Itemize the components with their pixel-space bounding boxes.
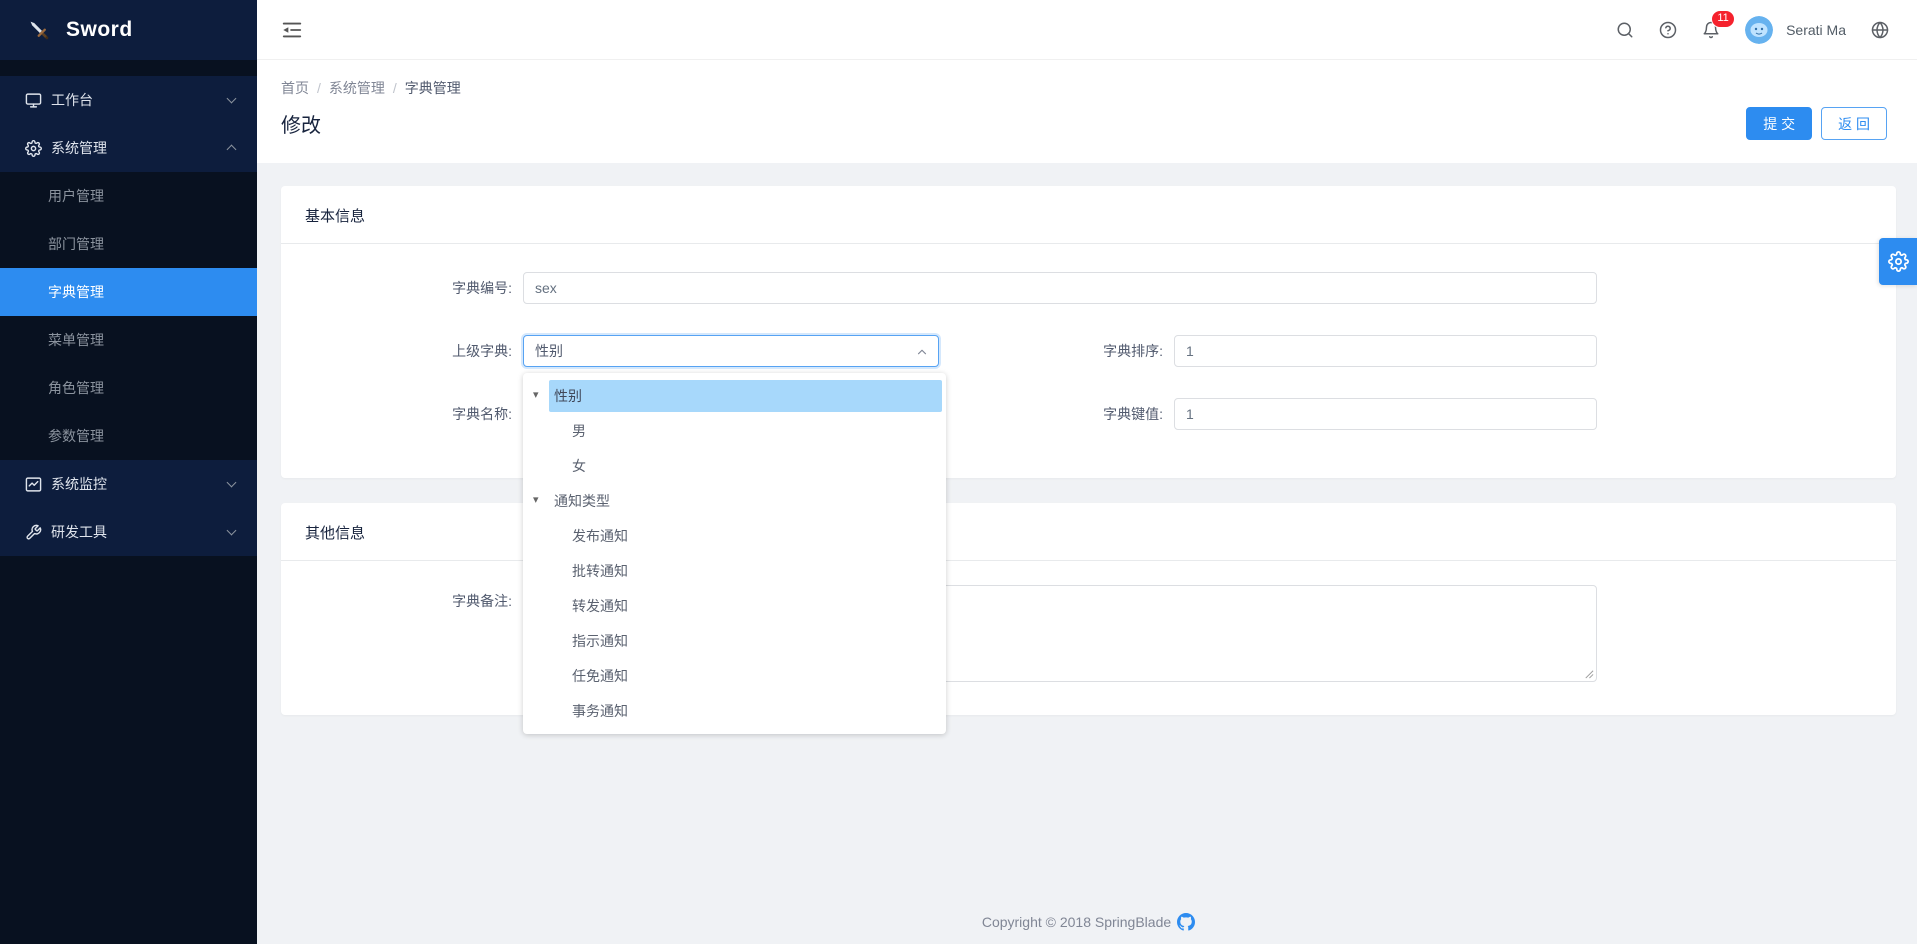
tree-item-label: 性别 bbox=[549, 380, 942, 412]
dict-key-input[interactable] bbox=[1174, 398, 1597, 430]
footer: Copyright © 2018 SpringBlade bbox=[281, 903, 1896, 944]
tree-item-affair-notice[interactable]: 事务通知 bbox=[523, 693, 946, 728]
sidebar-item-label: 部门管理 bbox=[48, 234, 104, 254]
chevron-up-icon bbox=[915, 345, 929, 359]
breadcrumb-separator: / bbox=[393, 80, 397, 96]
parent-dict-label: 上级字典: bbox=[281, 335, 523, 367]
page-title: 修改 bbox=[281, 109, 321, 138]
sidebar-item-label: 用户管理 bbox=[48, 186, 104, 206]
github-icon[interactable] bbox=[1177, 913, 1195, 931]
sidebar-item-system-monitor[interactable]: 系统监控 bbox=[0, 460, 257, 508]
sidebar-item-department-management[interactable]: 部门管理 bbox=[0, 220, 257, 268]
tree-item-approve-notice[interactable]: 批转通知 bbox=[523, 553, 946, 588]
tree-caret-icon[interactable]: ▾ bbox=[533, 495, 549, 506]
tree-item-label: 男 bbox=[567, 415, 942, 447]
tree-item-notice-type[interactable]: ▾ 通知类型 bbox=[523, 483, 946, 518]
dict-key-label: 字典键值: bbox=[939, 398, 1174, 430]
back-button[interactable]: 返 回 bbox=[1821, 107, 1887, 140]
tree-item-publish-notice[interactable]: 发布通知 bbox=[523, 518, 946, 553]
header-actions: 11 Serati Ma bbox=[1616, 16, 1889, 44]
avatar[interactable] bbox=[1745, 16, 1773, 44]
parent-dict-dropdown: ▾ 性别 男 女 ▾ 通知类型 发布通知 批转通知 转发通知 指示通知 任免通知… bbox=[523, 373, 946, 734]
tree-item-label: 转发通知 bbox=[567, 590, 942, 622]
basic-info-card-title: 基本信息 bbox=[281, 186, 1896, 244]
gear-icon bbox=[1888, 251, 1909, 272]
dict-code-label: 字典编号: bbox=[281, 272, 523, 304]
top-header: 11 Serati Ma bbox=[257, 0, 1917, 60]
breadcrumb-dict: 字典管理 bbox=[405, 78, 461, 98]
sidebar-item-label: 工作台 bbox=[51, 90, 93, 110]
tree-item-instruct-notice[interactable]: 指示通知 bbox=[523, 623, 946, 658]
tree-item-forward-notice[interactable]: 转发通知 bbox=[523, 588, 946, 623]
breadcrumb: 首页 / 系统管理 / 字典管理 bbox=[281, 78, 1887, 98]
sidebar-item-param-management[interactable]: 参数管理 bbox=[0, 412, 257, 460]
tree-item-gender[interactable]: ▾ 性别 bbox=[523, 378, 946, 413]
page-actions: 提 交 返 回 bbox=[1746, 107, 1887, 140]
sidebar-item-label: 菜单管理 bbox=[48, 330, 104, 350]
notification-badge: 11 bbox=[1711, 10, 1735, 28]
user-name[interactable]: Serati Ma bbox=[1786, 22, 1846, 38]
search-icon[interactable] bbox=[1616, 21, 1634, 39]
sidebar-item-dev-tools[interactable]: 研发工具 bbox=[0, 508, 257, 556]
globe-icon[interactable] bbox=[1871, 21, 1889, 39]
sidebar-item-dict-management[interactable]: 字典管理 bbox=[0, 268, 257, 316]
parent-dict-select[interactable]: 性别 bbox=[523, 335, 939, 367]
monitor-icon bbox=[25, 92, 42, 109]
tree-item-label: 通知类型 bbox=[549, 485, 942, 517]
dict-code-input[interactable] bbox=[523, 272, 1597, 304]
help-icon[interactable] bbox=[1659, 21, 1677, 39]
tree-item-appoint-notice[interactable]: 任免通知 bbox=[523, 658, 946, 693]
sidebar-item-role-management[interactable]: 角色管理 bbox=[0, 364, 257, 412]
chevron-down-icon bbox=[227, 526, 237, 536]
sidebar-item-label: 角色管理 bbox=[48, 378, 104, 398]
breadcrumb-home[interactable]: 首页 bbox=[281, 78, 309, 98]
chevron-down-icon bbox=[227, 94, 237, 104]
tree-item-male[interactable]: 男 bbox=[523, 413, 946, 448]
tree-item-female[interactable]: 女 bbox=[523, 448, 946, 483]
tree-caret-icon[interactable]: ▾ bbox=[533, 390, 549, 401]
gear-icon bbox=[25, 140, 42, 157]
sidebar-item-system-management[interactable]: 系统管理 bbox=[0, 124, 257, 172]
page-head: 首页 / 系统管理 / 字典管理 修改 提 交 返 回 bbox=[257, 60, 1917, 163]
sidebar-item-label: 系统监控 bbox=[51, 474, 107, 494]
tree-item-label: 发布通知 bbox=[567, 520, 942, 552]
sword-icon bbox=[26, 17, 52, 43]
breadcrumb-system[interactable]: 系统管理 bbox=[329, 78, 385, 98]
sidebar-item-label: 参数管理 bbox=[48, 426, 104, 446]
sidebar-item-label: 系统管理 bbox=[51, 138, 107, 158]
chevron-down-icon bbox=[227, 478, 237, 488]
line-chart-icon bbox=[25, 476, 42, 493]
sidebar-item-label: 字典管理 bbox=[48, 282, 104, 302]
submit-button[interactable]: 提 交 bbox=[1746, 107, 1812, 140]
settings-button[interactable] bbox=[1879, 238, 1917, 285]
dict-sort-label: 字典排序: bbox=[939, 335, 1174, 367]
wrench-icon bbox=[25, 524, 42, 541]
parent-dict-value: 性别 bbox=[535, 341, 563, 361]
breadcrumb-separator: / bbox=[317, 80, 321, 96]
dict-name-label: 字典名称: bbox=[281, 398, 523, 430]
dict-sort-input[interactable] bbox=[1174, 335, 1597, 367]
copyright-text: Copyright © 2018 SpringBlade bbox=[982, 914, 1171, 930]
sidebar-item-menu-management[interactable]: 菜单管理 bbox=[0, 316, 257, 364]
menu-fold-icon[interactable] bbox=[281, 19, 303, 41]
sidebar-item-user-management[interactable]: 用户管理 bbox=[0, 172, 257, 220]
app-logo[interactable]: Sword bbox=[0, 0, 257, 60]
sidebar: Sword 工作台 系统管理 用户管理 部门管理 字典管理 菜单管理 角色管理 … bbox=[0, 0, 257, 944]
sidebar-menu: 工作台 系统管理 用户管理 部门管理 字典管理 菜单管理 角色管理 参数管理 系… bbox=[0, 60, 257, 556]
tree-item-label: 事务通知 bbox=[567, 695, 942, 727]
tree-item-label: 批转通知 bbox=[567, 555, 942, 587]
main-content: 基本信息 字典编号: 上级字典: 性别 bbox=[257, 163, 1917, 944]
tree-item-label: 指示通知 bbox=[567, 625, 942, 657]
dict-remark-label: 字典备注: bbox=[281, 585, 523, 685]
tree-item-label: 女 bbox=[567, 450, 942, 482]
chevron-up-icon bbox=[227, 145, 237, 155]
sidebar-item-workbench[interactable]: 工作台 bbox=[0, 76, 257, 124]
app-name: Sword bbox=[66, 18, 133, 42]
tree-item-label: 任免通知 bbox=[567, 660, 942, 692]
sidebar-item-label: 研发工具 bbox=[51, 522, 107, 542]
notifications-button[interactable]: 11 bbox=[1702, 21, 1720, 39]
